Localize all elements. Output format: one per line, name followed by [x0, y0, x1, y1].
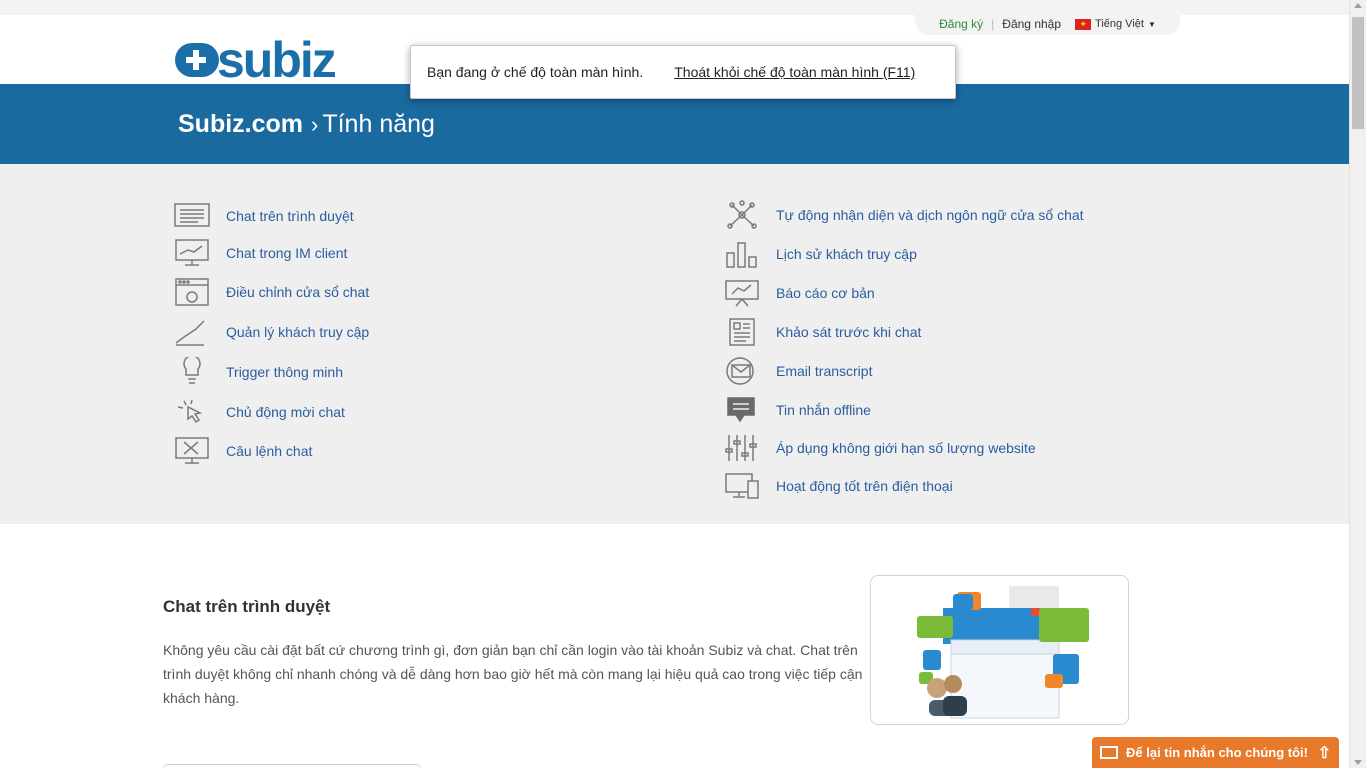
feature-item[interactable]: Trigger thông minh	[174, 356, 343, 388]
devices-icon	[724, 470, 760, 502]
feature-label: Chủ động mời chat	[226, 404, 345, 420]
link-separator: |	[991, 17, 995, 31]
subiz-logo[interactable]: subiz	[175, 32, 337, 88]
chat-windows-illustration	[917, 586, 1089, 719]
scroll-down-arrow-icon[interactable]	[1354, 760, 1362, 765]
feature-item[interactable]: Báo cáo cơ bản	[724, 277, 875, 309]
leave-message-bar[interactable]: Để lại tin nhắn cho chúng tôi! ⇧	[1092, 737, 1339, 768]
feature-label: Tin nhắn offline	[776, 402, 871, 418]
growth-line-icon	[174, 316, 210, 348]
email-circle-icon	[724, 355, 760, 387]
feature-item[interactable]: Chat trong IM client	[174, 237, 347, 269]
pointer-click-icon	[174, 396, 210, 428]
chevron-down-icon: ▼	[1147, 19, 1156, 29]
feature-item[interactable]: Áp dụng không giới hạn số lượng website	[724, 432, 1036, 464]
feature-label: Tự động nhận diện và dịch ngôn ngữ cửa s…	[776, 207, 1084, 223]
feature-illustration	[870, 575, 1129, 725]
monitor-chart-icon	[174, 237, 210, 269]
feature-item[interactable]: Câu lệnh chat	[174, 435, 312, 467]
document-icon	[724, 316, 760, 348]
network-nodes-icon	[724, 199, 760, 231]
fullscreen-message: Bạn đang ở chế độ toàn màn hình.	[427, 64, 644, 80]
feature-label: Khảo sát trước khi chat	[776, 324, 922, 340]
section-description: Không yêu cầu cài đặt bất cứ chương trìn…	[163, 642, 863, 706]
message-bubble-icon	[724, 394, 760, 426]
feature-item[interactable]: Email transcript	[724, 355, 872, 387]
envelope-icon	[1100, 746, 1118, 759]
feature-label: Chat trong IM client	[226, 245, 348, 261]
feature-item[interactable]: Quản lý khách truy cập	[174, 316, 369, 348]
browser-chat-icon	[174, 200, 210, 232]
feature-label: Áp dụng không giới hạn số lượng website	[776, 440, 1036, 456]
arrow-up-icon: ⇧	[1317, 744, 1331, 762]
feature-item[interactable]: Lịch sử khách truy cập	[724, 238, 917, 270]
feature-item[interactable]: Điều chỉnh cửa sổ chat	[174, 276, 369, 308]
logo-text: subiz	[217, 32, 337, 88]
feature-label: Báo cáo cơ bản	[776, 285, 875, 301]
feature-label: Lịch sử khách truy cập	[776, 246, 917, 262]
leave-message-label: Để lại tin nhắn cho chúng tôi!	[1126, 745, 1308, 760]
feature-item[interactable]: Chủ động mời chat	[174, 396, 345, 428]
next-section-box	[163, 764, 421, 768]
feature-item[interactable]: Chat trên trình duyệt	[174, 200, 354, 232]
section-title: Chat trên trình duyệt	[163, 597, 331, 616]
window-settings-icon	[174, 276, 210, 308]
feature-label: Chat trên trình duyệt	[226, 208, 354, 224]
language-label: Tiếng Việt	[1095, 18, 1144, 30]
scroll-up-arrow-icon[interactable]	[1354, 3, 1362, 8]
feature-item[interactable]: Tin nhắn offline	[724, 394, 871, 426]
features-panel: Chat trên trình duyệt Chat trong IM clie…	[0, 164, 1349, 524]
tools-monitor-icon	[174, 435, 210, 467]
language-selector[interactable]: Tiếng Việt ▼	[1075, 18, 1156, 30]
top-account-links: Đăng ký | Đăng nhập Tiếng Việt ▼	[915, 13, 1180, 35]
breadcrumb-site[interactable]: Subiz.com	[178, 110, 303, 138]
register-link[interactable]: Đăng ký	[939, 17, 983, 31]
scrollbar-thumb[interactable]	[1352, 17, 1364, 129]
feature-label: Điều chỉnh cửa sổ chat	[226, 284, 370, 300]
feature-item[interactable]: Khảo sát trước khi chat	[724, 316, 921, 348]
feature-item[interactable]: Tự động nhận diện và dịch ngôn ngữ cửa s…	[724, 199, 1084, 231]
feature-label: Trigger thông minh	[226, 364, 343, 380]
lightbulb-icon	[174, 356, 210, 388]
feature-item[interactable]: Hoạt động tốt trên điện thoại	[724, 470, 953, 502]
feature-label: Hoạt động tốt trên điện thoại	[776, 478, 953, 494]
sliders-icon	[724, 432, 760, 464]
presentation-board-icon	[724, 277, 760, 309]
logo-plus-icon	[175, 43, 219, 77]
feature-label: Email transcript	[776, 363, 873, 379]
bar-chart-icon	[724, 238, 760, 270]
breadcrumb: Subiz.com › Tính năng	[178, 110, 435, 139]
feature-label: Quản lý khách truy cập	[226, 324, 370, 340]
login-link[interactable]: Đăng nhập	[1002, 17, 1061, 31]
feature-label: Câu lệnh chat	[226, 443, 313, 459]
breadcrumb-page: Tính năng	[322, 110, 435, 138]
exit-fullscreen-link[interactable]: Thoát khỏi chế độ toàn màn hình (F11)	[674, 64, 915, 80]
vietnam-flag-icon	[1075, 18, 1092, 30]
breadcrumb-separator: ›	[311, 112, 319, 137]
fullscreen-notice: Bạn đang ở chế độ toàn màn hình. Thoát k…	[410, 45, 956, 99]
vertical-scrollbar[interactable]	[1349, 0, 1366, 768]
